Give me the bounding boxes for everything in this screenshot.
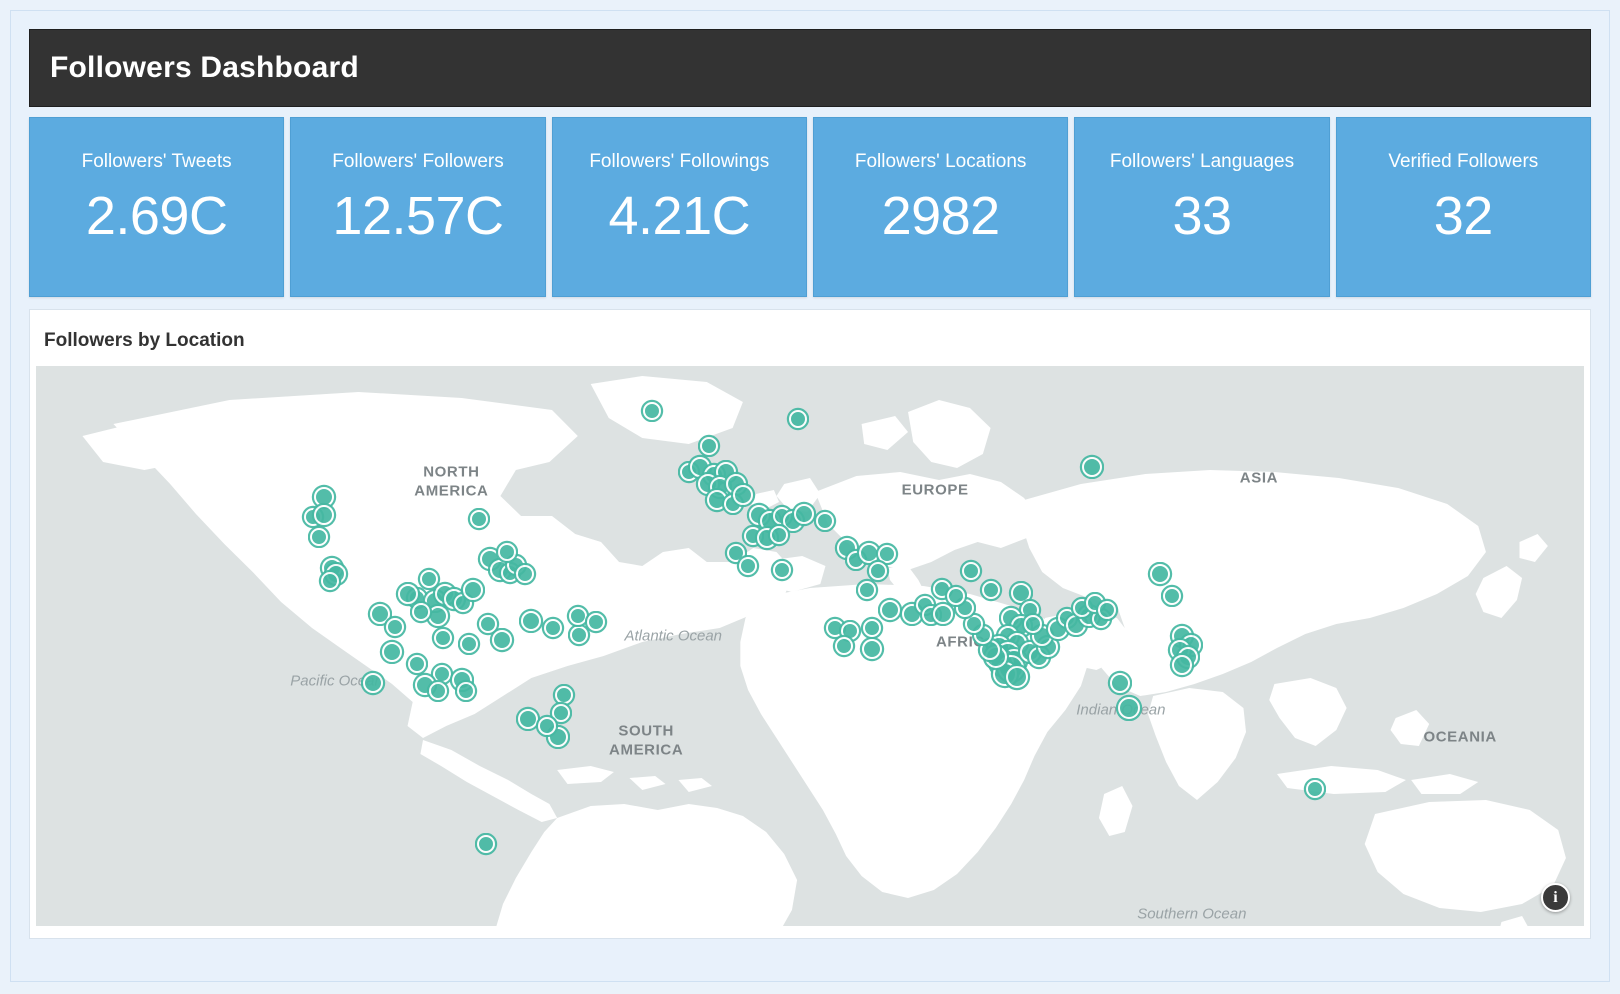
map-marker[interactable] [544, 619, 563, 638]
kpi-card-followers-locations[interactable]: Followers' Locations 2982 [812, 117, 1069, 297]
kpi-card-followers-languages[interactable]: Followers' Languages 33 [1074, 117, 1330, 297]
kpi-label: Followers' Languages [1109, 151, 1295, 172]
map-marker[interactable] [462, 580, 483, 600]
map-marker[interactable] [816, 511, 835, 530]
map-marker[interactable] [521, 610, 542, 631]
map-marker[interactable] [1023, 614, 1042, 633]
map-marker[interactable] [491, 630, 512, 651]
map-marker[interactable] [537, 716, 556, 735]
kpi-label: Followers' Tweets [81, 151, 232, 172]
map-marker[interactable] [946, 586, 965, 605]
world-map[interactable]: NORTH AMERICA SOUTH AMERICA EUROPE AFRICA AS… [36, 366, 1584, 926]
map-marker[interactable] [432, 665, 451, 683]
map-marker[interactable] [880, 600, 901, 621]
kpi-card-followers-tweets[interactable]: Followers' Tweets 2.69C [29, 117, 285, 297]
kpi-value: 4.21C [608, 185, 751, 246]
dashboard-page: Followers Dashboard Followers' Tweets 2.… [0, 0, 1620, 994]
map-marker[interactable] [382, 641, 403, 662]
map-marker[interactable] [412, 603, 431, 622]
dashboard-frame: Followers Dashboard Followers' Tweets 2.… [10, 10, 1610, 982]
map-marker[interactable] [479, 615, 498, 634]
map-marker[interactable] [1081, 456, 1102, 477]
map-marker[interactable] [397, 584, 418, 605]
map-marker[interactable] [861, 639, 882, 660]
map-marker[interactable] [407, 654, 426, 673]
info-icon[interactable]: i [1541, 883, 1570, 912]
map-marker[interactable] [587, 613, 606, 632]
map-marker[interactable] [457, 681, 476, 700]
map-marker[interactable] [1098, 601, 1117, 620]
dashboard-header: Followers Dashboard [29, 29, 1591, 107]
map-marker[interactable] [1305, 780, 1324, 799]
map-marker[interactable] [369, 603, 390, 624]
map-marker[interactable] [554, 686, 573, 705]
map-marker[interactable] [933, 603, 954, 624]
panel-title: Followers by Location [44, 330, 245, 351]
map-marker[interactable] [961, 561, 980, 580]
map-marker[interactable] [1117, 696, 1140, 719]
map-marker[interactable] [477, 835, 496, 854]
map-marker[interactable] [516, 565, 535, 584]
page-title: Followers Dashboard [50, 51, 359, 84]
map-marker[interactable] [982, 581, 1001, 599]
kpi-card-followers-followings[interactable]: Followers' Followings 4.21C [551, 117, 807, 297]
kpi-label: Followers' Followings [589, 151, 770, 172]
kpi-label: Followers' Locations [854, 151, 1027, 172]
map-marker[interactable] [429, 681, 448, 700]
kpi-value: 32 [1433, 185, 1494, 246]
kpi-label: Verified Followers [1388, 151, 1539, 172]
map-marker[interactable] [1006, 666, 1029, 689]
map-marker[interactable] [835, 637, 854, 655]
map-marker[interactable] [1163, 586, 1182, 605]
map-marker[interactable] [568, 606, 587, 625]
map-marker[interactable] [862, 619, 881, 638]
map-marker[interactable] [570, 626, 589, 645]
map-marker[interactable] [733, 484, 754, 505]
map-marker[interactable] [700, 436, 719, 455]
kpi-value: 2982 [881, 185, 1001, 246]
world-map-landmass [82, 376, 1566, 926]
kpi-row: Followers' Tweets 2.69C Followers' Follo… [29, 117, 1591, 297]
map-marker[interactable] [1109, 672, 1130, 693]
map-marker[interactable] [420, 569, 439, 588]
map-marker[interactable] [1171, 655, 1192, 676]
map-marker[interactable] [363, 672, 384, 693]
map-marker[interactable] [460, 634, 479, 653]
map-marker[interactable] [321, 572, 340, 591]
map-marker[interactable] [788, 410, 807, 429]
map-marker[interactable] [434, 629, 453, 648]
map-marker[interactable] [310, 527, 329, 546]
map-marker[interactable] [313, 504, 334, 525]
map-marker[interactable] [965, 614, 984, 633]
map-marker[interactable] [428, 605, 449, 626]
map-marker[interactable] [386, 617, 405, 636]
map-marker[interactable] [793, 503, 814, 524]
kpi-label: Followers' Followers [332, 151, 504, 172]
map-marker[interactable] [878, 545, 897, 564]
kpi-value: 2.69C [85, 185, 228, 246]
map-marker[interactable] [773, 560, 792, 579]
kpi-value: 12.57C [332, 185, 504, 246]
map-marker[interactable] [551, 704, 570, 723]
map-marker[interactable] [518, 708, 539, 729]
map-marker[interactable] [869, 561, 888, 580]
map-marker[interactable] [858, 543, 879, 564]
map-marker[interactable] [497, 542, 516, 561]
map-marker[interactable] [469, 510, 488, 529]
map-marker[interactable] [643, 401, 662, 420]
map-marker[interactable] [739, 557, 758, 576]
map-marker[interactable] [858, 581, 877, 599]
map-marker[interactable] [1149, 564, 1170, 585]
kpi-value: 33 [1172, 185, 1232, 246]
kpi-card-followers-followers[interactable]: Followers' Followers 12.57C [290, 117, 546, 297]
map-marker[interactable] [770, 526, 789, 545]
kpi-card-verified-followers[interactable]: Verified Followers 32 [1335, 117, 1591, 297]
followers-by-location-panel: Followers by Location NORTH AMERICA SOUT… [29, 309, 1591, 939]
